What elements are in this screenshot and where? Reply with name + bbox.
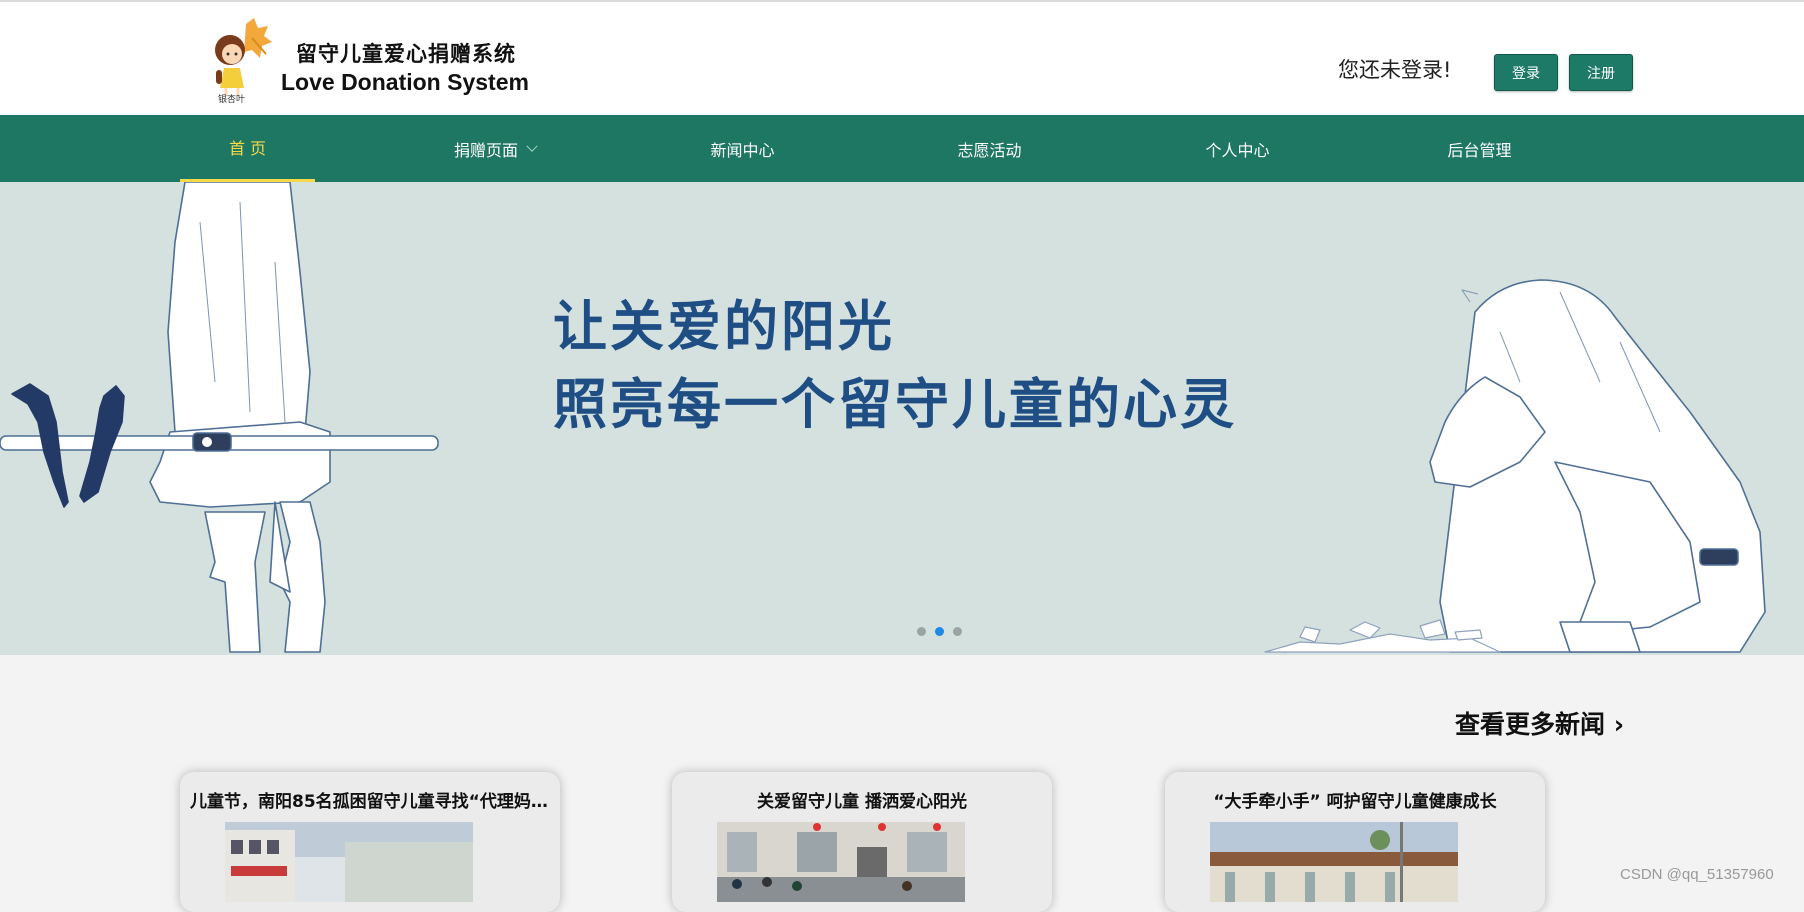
nav-item-label: 首 页	[228, 139, 267, 158]
nav-item-profile[interactable]: 个人中心	[1175, 115, 1300, 182]
nav-item-label: 志愿活动	[957, 140, 1022, 160]
login-button[interactable]: 登录	[1494, 54, 1558, 91]
nav-item-home[interactable]: 首 页	[180, 115, 315, 182]
news-card-image	[225, 822, 473, 902]
register-button[interactable]: 注册	[1569, 54, 1633, 91]
nav-item-label: 后台管理	[1447, 140, 1512, 160]
news-card[interactable]: 儿童节，南阳85名孤困留守儿童寻找“代理妈...	[180, 772, 560, 912]
news-card[interactable]: “大手牵小手” 呵护留守儿童健康成长	[1165, 772, 1545, 912]
logo-icon[interactable]: 银杏叶	[208, 18, 274, 104]
carousel-dot-2[interactable]	[935, 627, 944, 636]
watermark: CSDN @qq_51357960	[1620, 866, 1774, 883]
login-status: 您还未登录!	[1338, 58, 1452, 82]
carousel-dot-1[interactable]	[917, 627, 926, 636]
nav-item-donate[interactable]: 捐赠页面	[415, 115, 575, 182]
main-nav: 首 页 捐赠页面 新闻中心 志愿活动 个人中心 后台管理	[0, 115, 1804, 182]
nav-item-news[interactable]: 新闻中心	[680, 115, 805, 182]
nav-item-label: 个人中心	[1205, 140, 1270, 160]
site-header: 银杏叶 留守儿童爱心捐赠系统 Love Donation System 您还未登…	[0, 2, 1804, 115]
banner-slogan-line2: 照亮每一个留守儿童的心灵	[553, 373, 1237, 436]
news-card-title: 关爱留守儿童 播洒爱心阳光	[757, 792, 967, 812]
more-news-link[interactable]: 查看更多新闻 ›	[1455, 705, 1624, 741]
news-card-image	[1210, 822, 1458, 902]
hero-banner: 让关爱的阳光 照亮每一个留守儿童的心灵	[0, 182, 1804, 655]
chevron-down-icon	[526, 140, 538, 152]
news-card-title: 儿童节，南阳85名孤困留守儿童寻找“代理妈...	[190, 792, 551, 812]
site-title-zh: 留守儿童爱心捐赠系统	[296, 42, 516, 66]
carousel-indicators	[917, 627, 962, 636]
logo-mini-text: 银杏叶	[218, 93, 245, 104]
carousel-dot-3[interactable]	[953, 627, 962, 636]
nav-item-admin[interactable]: 后台管理	[1417, 115, 1542, 182]
news-card-title: “大手牵小手” 呵护留守儿童健康成长	[1213, 792, 1497, 812]
nav-item-volunteer[interactable]: 志愿活动	[927, 115, 1052, 182]
nav-item-label: 新闻中心	[710, 140, 775, 160]
nav-item-label: 捐赠页面	[453, 140, 518, 160]
news-card[interactable]: 关爱留守儿童 播洒爱心阳光	[672, 772, 1052, 912]
banner-slogan-line1: 让关爱的阳光	[553, 295, 895, 358]
news-card-image	[717, 822, 965, 902]
site-title-en: Love Donation System	[281, 69, 529, 95]
